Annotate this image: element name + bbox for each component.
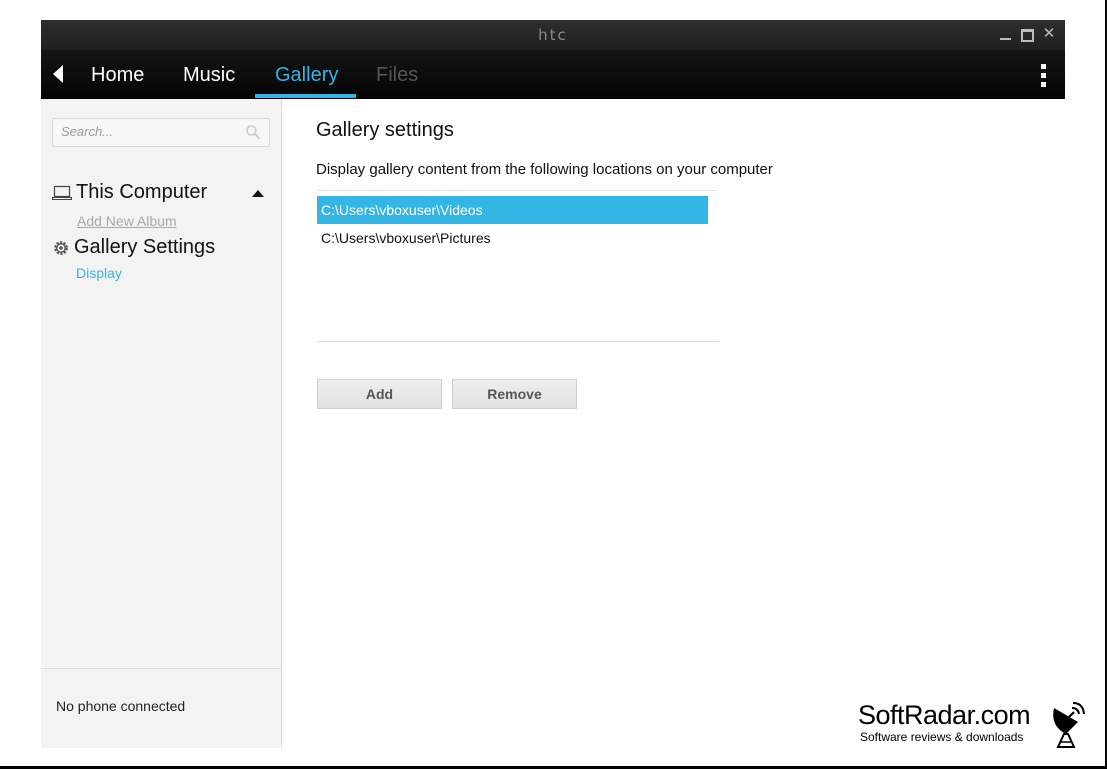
search-box	[52, 118, 270, 147]
list-item[interactable]: C:\Users\vboxuser\Videos	[317, 196, 708, 224]
tab-music[interactable]: Music	[183, 50, 235, 98]
locations-list: C:\Users\vboxuser\Videos C:\Users\vboxus…	[317, 196, 708, 252]
title-bar: htc ✕	[41, 20, 1065, 50]
active-tab-indicator	[255, 94, 356, 98]
overflow-menu-button[interactable]	[1041, 64, 1047, 88]
top-navigation: Home Music Gallery Files	[41, 50, 1065, 99]
minimize-button[interactable]	[997, 24, 1013, 44]
minimize-icon	[999, 38, 1011, 40]
softradar-watermark: SoftRadar.com Software reviews & downloa…	[858, 700, 1088, 750]
this-computer-header[interactable]: This Computer	[52, 181, 207, 204]
list-top-divider	[317, 190, 717, 191]
htc-logo: htc	[538, 26, 568, 44]
menu-dot-icon	[1041, 82, 1046, 87]
page-title: Gallery settings	[316, 119, 454, 141]
htc-sync-window: htc ✕ Home Music Gallery Files Search...…	[41, 20, 1065, 748]
maximize-icon	[1020, 29, 1034, 42]
gear-icon	[54, 240, 68, 255]
watermark-tagline: Software reviews & downloads	[860, 730, 1024, 744]
menu-dot-icon	[1041, 73, 1046, 78]
gallery-settings-header[interactable]: Gallery Settings	[52, 236, 215, 259]
phone-status: No phone connected	[56, 698, 186, 714]
add-button[interactable]: Add	[317, 379, 442, 409]
tab-files: Files	[376, 64, 419, 86]
computer-icon	[52, 185, 72, 200]
window-controls: ✕	[997, 24, 1057, 44]
gallery-settings-label: Gallery Settings	[74, 236, 216, 258]
back-button[interactable]	[53, 64, 69, 84]
list-bottom-divider	[317, 341, 719, 342]
collapse-up-icon[interactable]	[252, 190, 264, 197]
list-item[interactable]: C:\Users\vboxuser\Pictures	[317, 224, 708, 252]
close-button[interactable]: ✕	[1041, 24, 1057, 44]
search-icon[interactable]	[245, 124, 261, 140]
satellite-dish-icon	[1053, 702, 1085, 748]
display-link[interactable]: Display	[76, 265, 122, 281]
main-content: Gallery settings Display gallery content…	[282, 99, 1065, 748]
sidebar-divider	[41, 668, 281, 669]
sidebar: This Computer Add New Album Gallery Sett…	[41, 99, 282, 748]
menu-dot-icon	[1041, 64, 1046, 69]
add-new-album-link[interactable]: Add New Album	[77, 213, 177, 229]
tab-gallery[interactable]: Gallery	[275, 50, 338, 98]
remove-button[interactable]: Remove	[452, 379, 577, 409]
search-input[interactable]	[53, 119, 241, 144]
this-computer-label: This Computer	[76, 181, 208, 203]
description-text: Display gallery content from the followi…	[316, 161, 773, 178]
tab-home[interactable]: Home	[91, 50, 144, 98]
back-arrow-icon	[53, 65, 63, 83]
watermark-name: SoftRadar.com	[858, 700, 1031, 730]
maximize-button[interactable]	[1019, 24, 1035, 44]
